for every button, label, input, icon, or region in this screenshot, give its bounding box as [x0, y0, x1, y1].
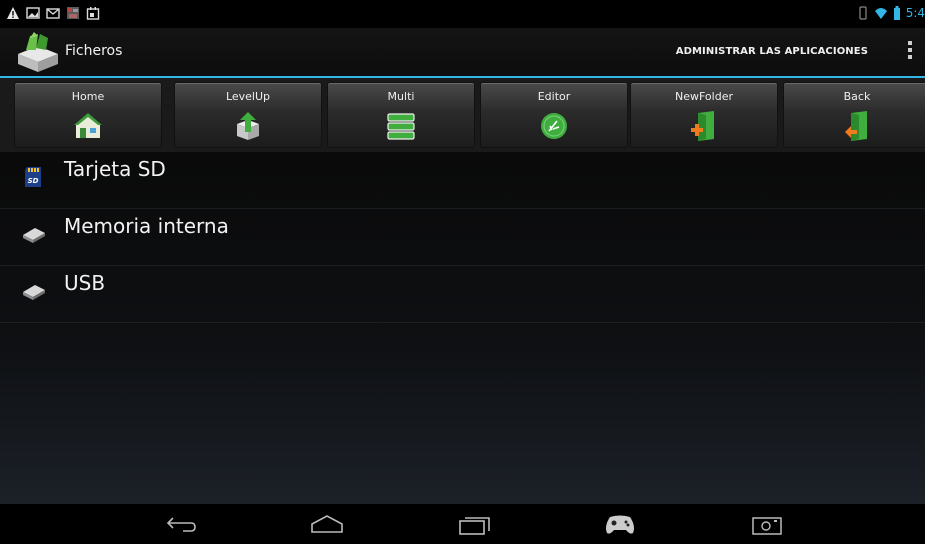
- home-button-label: Home: [71, 90, 105, 103]
- list-item-label: Tarjeta SD: [64, 157, 166, 181]
- levelup-button-label: LevelUp: [225, 90, 271, 103]
- svg-text:SD: SD: [28, 177, 39, 185]
- drive-icon: [23, 228, 45, 243]
- system-icons: 5:4: [858, 6, 925, 20]
- list-item-label: Memoria interna: [64, 214, 229, 238]
- app-title: Ficheros: [65, 43, 123, 59]
- notification-icons: [6, 6, 100, 20]
- levelup-icon: [237, 112, 259, 140]
- levelup-button[interactable]: LevelUp: [174, 82, 322, 148]
- list-item-usb[interactable]: USB: [0, 266, 925, 323]
- screenshot-icon[interactable]: [752, 514, 782, 536]
- file-toolbar: Home LevelUp Multi Editor NewFolder Back: [0, 78, 925, 152]
- list-item-label: USB: [64, 271, 106, 295]
- calendar-icon: [86, 7, 100, 20]
- overflow-menu-icon[interactable]: [907, 41, 913, 63]
- recents-icon[interactable]: [458, 514, 492, 536]
- list-item-internal-memory[interactable]: Memoria interna: [0, 209, 925, 266]
- editor-button-label: Editor: [537, 90, 571, 103]
- photo-icon: [67, 7, 79, 19]
- image-icon: [26, 7, 40, 19]
- newfolder-button[interactable]: NewFolder: [630, 82, 778, 148]
- manage-apps-button[interactable]: ADMINISTRAR LAS APLICACIONES: [676, 46, 868, 57]
- gamepad-icon[interactable]: [604, 514, 636, 536]
- back-button-label: Back: [843, 90, 871, 103]
- mail-icon: [46, 8, 60, 19]
- wifi-icon: [874, 8, 887, 19]
- editor-button[interactable]: Editor: [480, 82, 628, 148]
- new-folder-icon: [691, 111, 714, 141]
- warning-icon: [7, 7, 19, 19]
- drive-icon: [23, 285, 45, 300]
- vibrate-icon: [859, 6, 867, 20]
- sd-card-icon: SD: [25, 167, 41, 187]
- home-nav-icon[interactable]: [310, 514, 344, 534]
- home-button[interactable]: Home: [14, 82, 162, 148]
- multi-button-label: Multi: [387, 90, 415, 103]
- multi-button[interactable]: Multi: [327, 82, 475, 148]
- storage-list: SD Tarjeta SD Memoria interna USB: [0, 152, 925, 504]
- home-icon: [74, 113, 102, 138]
- action-bar: Ficheros ADMINISTRAR LAS APLICACIONES: [0, 28, 925, 78]
- editor-icon: [541, 113, 567, 139]
- status-time: 5:4: [905, 6, 925, 20]
- back-button[interactable]: Back: [783, 82, 925, 148]
- app-logo-icon[interactable]: [16, 32, 60, 72]
- battery-icon: [893, 6, 900, 20]
- list-item-sd-card[interactable]: SD Tarjeta SD: [0, 152, 925, 209]
- multi-select-icon: [387, 113, 415, 140]
- status-bar: 5:4: [0, 0, 925, 28]
- back-nav-icon[interactable]: [165, 514, 197, 534]
- navigation-bar: [0, 504, 925, 544]
- newfolder-button-label: NewFolder: [675, 90, 733, 103]
- back-icon: [845, 111, 867, 141]
